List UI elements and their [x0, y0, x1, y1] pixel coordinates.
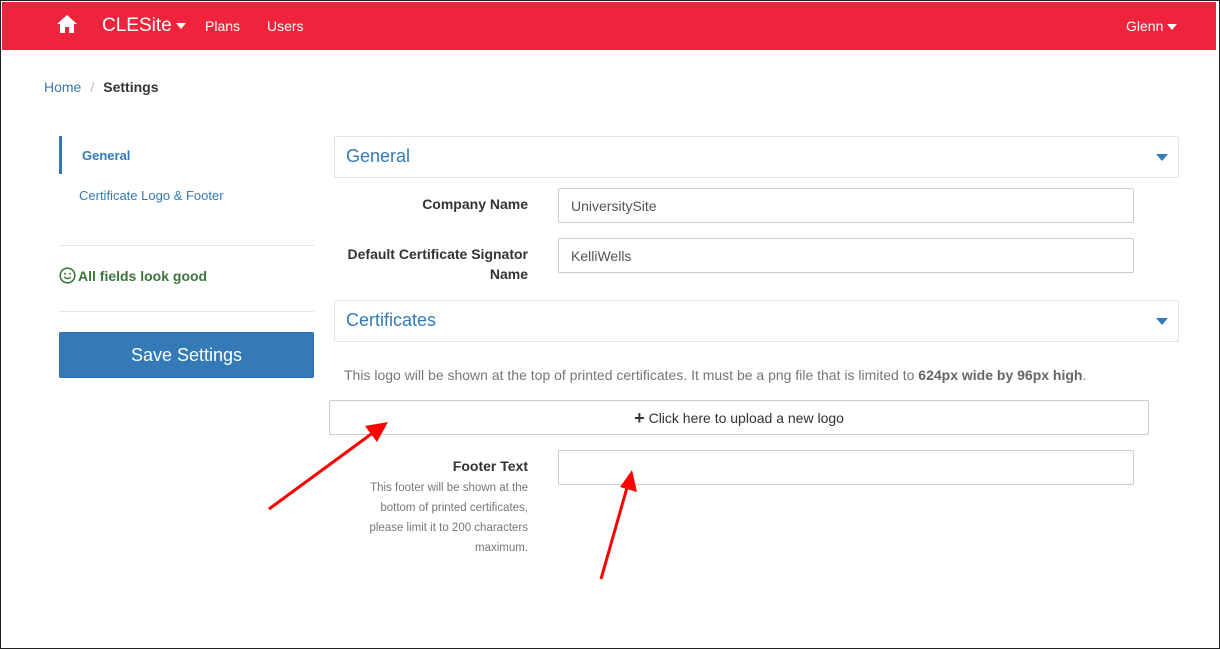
footer-help-text: This footer will be shown at the bottom … — [348, 478, 528, 558]
footer-help-line: This footer will be shown at the — [370, 482, 528, 494]
section-title-general: General — [346, 146, 411, 166]
chevron-down-icon — [1156, 318, 1168, 325]
footer-help-line: maximum. — [474, 542, 528, 554]
signator-label-line1: Default Certificate Signator — [347, 246, 528, 262]
footer-text-input[interactable] — [558, 450, 1134, 485]
nav-link-plans[interactable]: Plans — [205, 18, 240, 34]
smile-icon — [59, 267, 76, 284]
top-navbar: CLESite Plans Users Glenn — [2, 2, 1216, 50]
logo-help-suffix: . — [1082, 367, 1087, 383]
brand-dropdown[interactable]: CLESite — [102, 15, 186, 37]
validation-status: All fields look good — [59, 267, 207, 284]
footer-help-line: please limit it to 200 characters — [369, 522, 528, 534]
sidebar-divider — [59, 311, 314, 312]
nav-link-users[interactable]: Users — [267, 18, 304, 34]
company-name-label: Company Name — [422, 196, 528, 212]
user-menu[interactable]: Glenn — [1126, 18, 1178, 34]
chevron-down-icon — [1156, 154, 1168, 161]
home-icon[interactable] — [56, 14, 78, 34]
section-title-certificates: Certificates — [346, 310, 437, 330]
signator-name-label: Default Certificate Signator Name — [328, 244, 528, 284]
plus-icon: + — [634, 407, 645, 428]
logo-help-text: This logo will be shown at the top of pr… — [344, 367, 1086, 383]
sidebar-active-indicator — [59, 136, 62, 174]
section-header-certificates[interactable]: Certificates — [334, 300, 1179, 342]
sidebar-item-general[interactable]: General — [82, 148, 130, 163]
signator-name-input[interactable] — [558, 238, 1134, 273]
footer-help-line: bottom of printed certificates, — [380, 502, 528, 514]
logo-help-prefix: This logo will be shown at the top of pr… — [344, 367, 919, 383]
validation-status-text: All fields look good — [78, 267, 208, 284]
breadcrumb: Home / Settings — [44, 79, 158, 95]
breadcrumb-home[interactable]: Home — [44, 79, 81, 95]
upload-logo-button[interactable]: + Click here to upload a new logo — [329, 400, 1149, 435]
chevron-down-icon — [1167, 24, 1178, 31]
user-name: Glenn — [1126, 18, 1164, 34]
signator-label-line2: Name — [489, 266, 528, 282]
sidebar-item-certificate-logo-footer[interactable]: Certificate Logo & Footer — [79, 188, 224, 203]
footer-text-label: Footer Text — [452, 458, 528, 474]
breadcrumb-separator: / — [90, 79, 95, 95]
section-header-general[interactable]: General — [334, 136, 1179, 178]
brand-label: CLESite — [102, 15, 172, 36]
breadcrumb-current: Settings — [103, 79, 159, 95]
company-name-input[interactable] — [558, 188, 1134, 223]
save-settings-button[interactable]: Save Settings — [59, 332, 314, 378]
sidebar-divider — [59, 245, 314, 246]
logo-help-dimensions: 624px wide by 96px high — [918, 367, 1083, 383]
upload-logo-label: Click here to upload a new logo — [648, 409, 844, 426]
chevron-down-icon — [175, 22, 186, 29]
